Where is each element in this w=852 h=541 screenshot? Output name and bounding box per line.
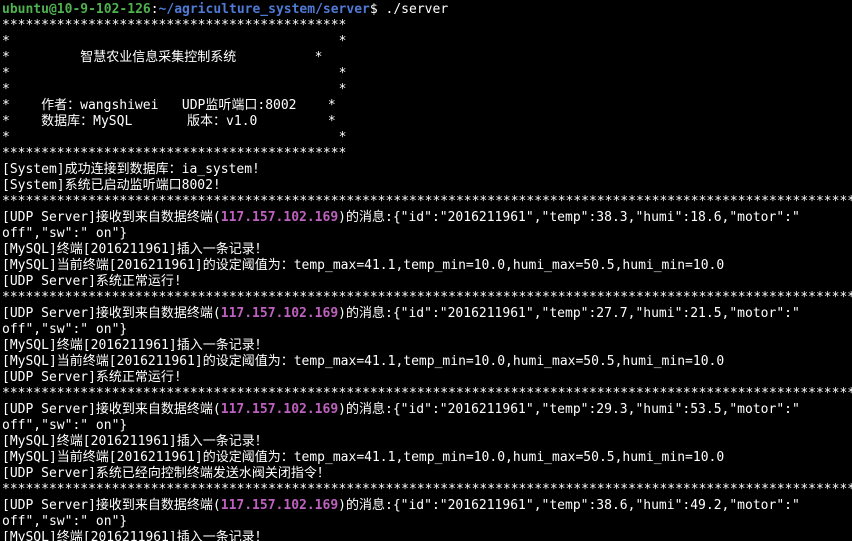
banner-border-bottom: ****************************************… (2, 146, 346, 161)
client-ip: 117.157.102.169 (221, 402, 338, 417)
banner-row-empty: * * (2, 82, 346, 97)
banner-border-top: ****************************************… (2, 18, 346, 33)
prompt-user: ubuntu (2, 2, 49, 17)
mysql-insert-line: [MySQL]终端[2016211961]插入一条记录！ (2, 242, 268, 257)
client-ip: 117.157.102.169 (221, 498, 338, 513)
mysql-insert-line: [MySQL]终端[2016211961]插入一条记录！ (2, 338, 268, 353)
udp-recv-line: [UDP Server]接收到来自数据终端(117.157.102.169)的消… (2, 402, 800, 433)
separator: ****************************************… (2, 482, 852, 497)
command-text: ./server (386, 2, 449, 17)
banner-row-author: * 作者：wangshiwei UDP监听端口:8002 * (2, 98, 336, 113)
banner-row-empty: * * (2, 130, 346, 145)
udp-recv-line: [UDP Server]接收到来自数据终端(117.157.102.169)的消… (2, 210, 800, 241)
client-ip: 117.157.102.169 (221, 306, 338, 321)
udp-recv-line: [UDP Server]接收到来自数据终端(117.157.102.169)的消… (2, 306, 800, 337)
terminal-output: ubuntu@10-9-102-126:~/agriculture_system… (0, 0, 852, 541)
separator: ****************************************… (2, 290, 852, 305)
banner-db: 数据库：MySQL 版本：v1.0 (41, 114, 257, 129)
udp-ok-line: [UDP Server]系统正常运行! (2, 274, 182, 289)
udp-recv-line: [UDP Server]接收到来自数据终端(117.157.102.169)的消… (2, 498, 800, 529)
banner-row-db: * 数据库：MySQL 版本：v1.0 * (2, 114, 336, 129)
banner-title: 智慧农业信息采集控制系统 (80, 50, 236, 65)
banner-row-empty: * * (2, 34, 346, 49)
separator: ****************************************… (2, 194, 852, 209)
separator: ****************************************… (2, 386, 852, 401)
mysql-threshold-line: [MySQL]当前终端[2016211961]的设定阈值为：temp_max=4… (2, 450, 724, 465)
banner-author: 作者：wangshiwei UDP监听端口:8002 (41, 98, 296, 113)
client-ip: 117.157.102.169 (221, 210, 338, 225)
udp-ok-line: [UDP Server]系统正常运行! (2, 370, 182, 385)
system-port-line: [System]系统已启动监听端口8002! (2, 178, 221, 193)
system-db-line: [System]成功连接到数据库：ia_system! (2, 162, 260, 177)
mysql-insert-line: [MySQL]终端[2016211961]插入一条记录！ (2, 434, 268, 449)
mysql-threshold-line: [MySQL]当前终端[2016211961]的设定阈值为：temp_max=4… (2, 354, 724, 369)
prompt-colon: : (151, 2, 159, 17)
prompt-line[interactable]: ubuntu@10-9-102-126:~/agriculture_system… (2, 2, 448, 17)
udp-valve-line: [UDP Server]系统已经向控制终端发送水阀关闭指令！ (2, 466, 330, 481)
mysql-threshold-line: [MySQL]当前终端[2016211961]的设定阈值为：temp_max=4… (2, 258, 724, 273)
prompt-host: 10-9-102-126 (57, 2, 151, 17)
mysql-insert-line: [MySQL]终端[2016211961]插入一条记录！ (2, 530, 268, 541)
prompt-dollar: $ (370, 2, 386, 17)
banner-row-title: * 智慧农业信息采集控制系统 * (2, 50, 322, 65)
prompt-path: ~/agriculture_system/server (159, 2, 370, 17)
banner-row-empty: * * (2, 66, 346, 81)
prompt-at: @ (49, 2, 57, 17)
